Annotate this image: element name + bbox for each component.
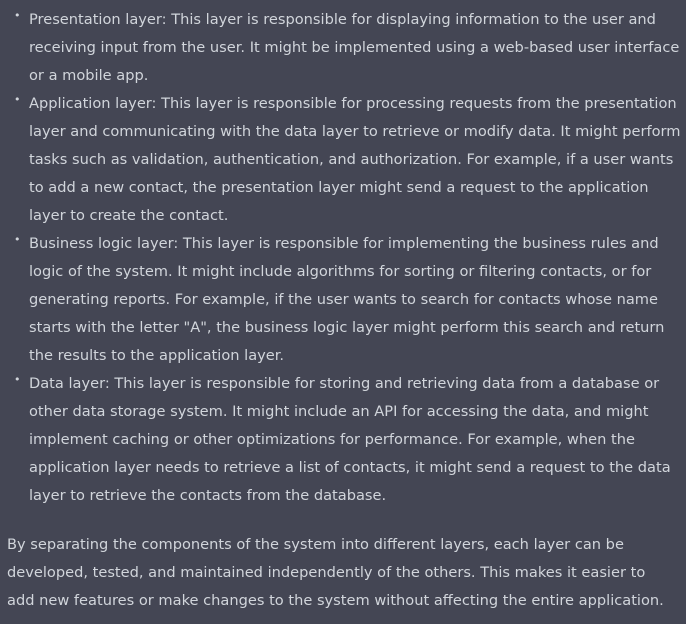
- list-item-text: Business logic layer: This layer is resp…: [29, 235, 665, 364]
- summary-paragraph: By separating the components of the syst…: [7, 536, 664, 609]
- list-item-presentation-layer: • Presentation layer: This layer is resp…: [7, 6, 686, 90]
- list-item-text: Application layer: This layer is respons…: [29, 95, 681, 224]
- list-item-data-layer: • Data layer: This layer is responsible …: [7, 370, 686, 510]
- bullet-icon: •: [14, 93, 21, 106]
- bullet-icon: •: [14, 9, 21, 22]
- assistant-message: • Presentation layer: This layer is resp…: [0, 0, 686, 624]
- list-item-business-logic-layer: • Business logic layer: This layer is re…: [7, 230, 686, 370]
- bullet-icon: •: [14, 373, 21, 386]
- list-item-text: Data layer: This layer is responsible fo…: [29, 375, 671, 504]
- list-item-text: Presentation layer: This layer is respon…: [29, 11, 680, 84]
- list-item-application-layer: • Application layer: This layer is respo…: [7, 90, 686, 230]
- bullet-icon: •: [14, 233, 21, 246]
- layer-list: • Presentation layer: This layer is resp…: [7, 6, 686, 510]
